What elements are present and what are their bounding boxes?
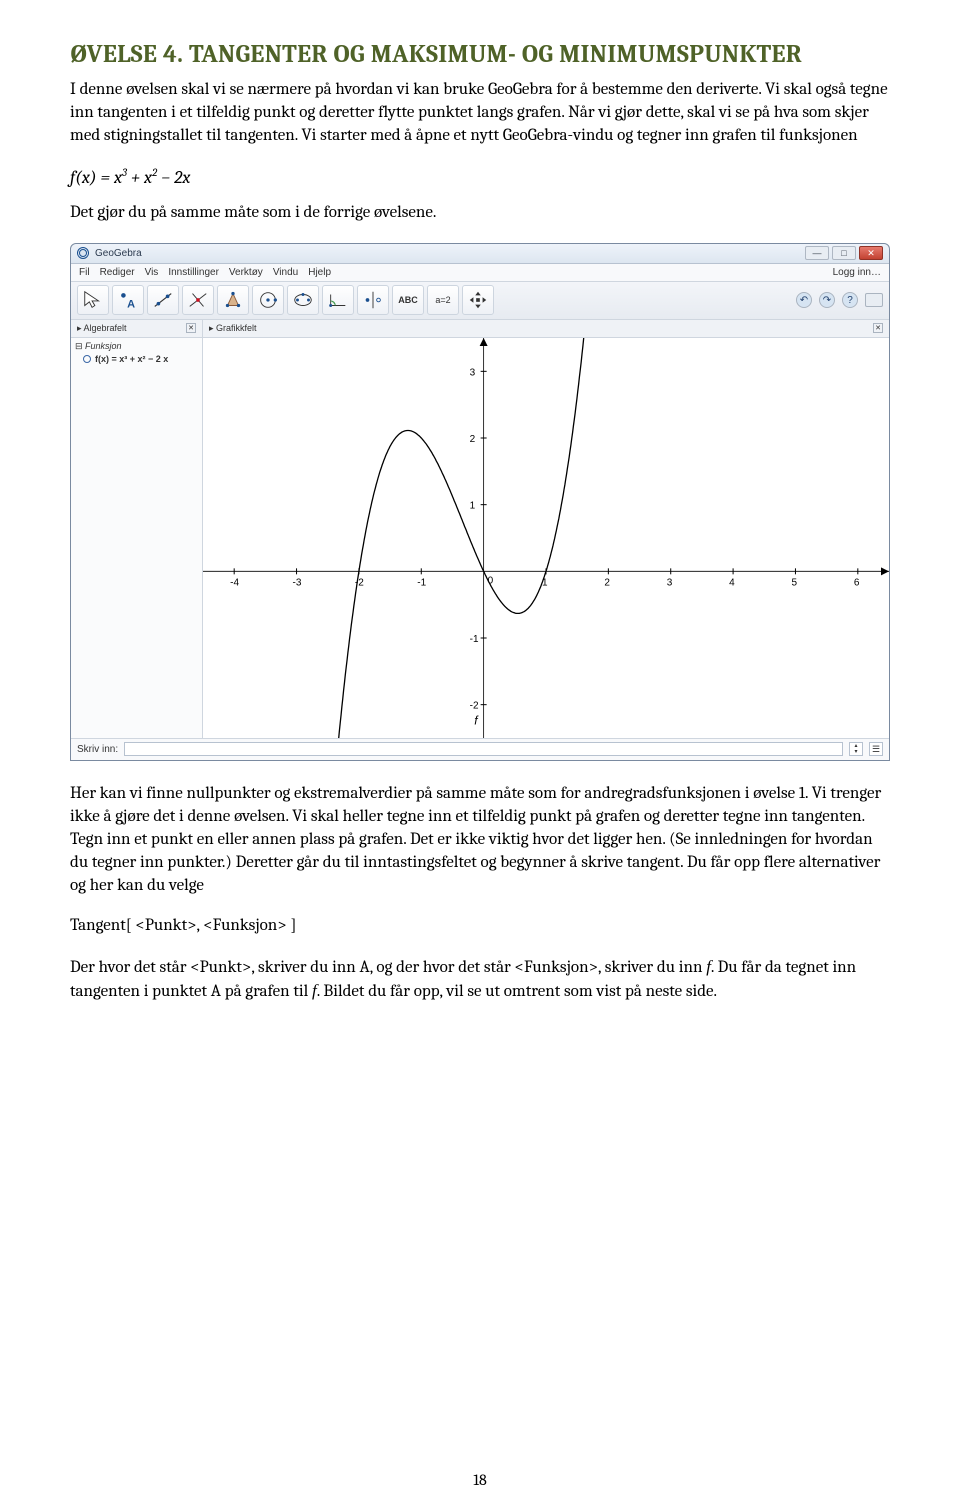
svg-text:A: A <box>127 299 135 311</box>
tool-move-view[interactable] <box>462 285 494 315</box>
svg-text:-4: -4 <box>230 577 239 588</box>
svg-text:5: 5 <box>791 577 797 588</box>
svg-text:2: 2 <box>604 577 610 588</box>
svg-text:-1: -1 <box>417 577 426 588</box>
graphics-canvas[interactable]: -4-3-2-10123456-2-1123 f <box>203 338 889 738</box>
page-heading: ØVELSE 4. TANGENTER OG MAKSIMUM- OG MINI… <box>70 40 890 69</box>
tool-angle[interactable] <box>322 285 354 315</box>
tool-polygon[interactable] <box>217 285 249 315</box>
svg-text:4: 4 <box>729 577 735 588</box>
keyboard-icon[interactable] <box>865 293 883 307</box>
intro-paragraph: I denne øvelsen skal vi se nærmere på hv… <box>70 79 890 148</box>
command-example: Tangent[ <Punkt>, <Funksjon> ] <box>70 915 890 938</box>
menu-vindu[interactable]: Vindu <box>273 267 298 278</box>
menu-fil[interactable]: Fil <box>79 267 90 278</box>
close-button[interactable]: ✕ <box>859 246 883 260</box>
tool-ellipse[interactable] <box>287 285 319 315</box>
undo-icon[interactable]: ↶ <box>796 292 812 308</box>
login-link[interactable]: Logg inn… <box>833 267 881 278</box>
algebra-function[interactable]: f(x) = x³ + x² − 2 x <box>75 354 198 364</box>
redo-icon[interactable]: ↷ <box>819 292 835 308</box>
graphics-panel: ▸ Grafikkfelt ✕ -4-3-2-10123456-2-1123 f <box>203 320 889 738</box>
page-number: 18 <box>0 1471 960 1489</box>
toolbar: A ABC a=2 ↶ ↷ ? <box>71 282 889 320</box>
menu-vis[interactable]: Vis <box>145 267 159 278</box>
geogebra-logo-icon <box>77 247 89 259</box>
function-expression: f(x) = x³ + x² − 2 x <box>95 354 168 364</box>
svg-text:-1: -1 <box>470 634 479 645</box>
menu-innstillinger[interactable]: Innstillinger <box>168 267 219 278</box>
equation: f(x) = x3 + x2 − 2x <box>70 166 890 188</box>
para-2: Det gjør du på samme måte som i de forri… <box>70 202 890 225</box>
svg-text:-2: -2 <box>470 700 479 711</box>
tool-perpendicular[interactable] <box>182 285 214 315</box>
svg-text:3: 3 <box>470 367 476 378</box>
window-title: GeoGebra <box>95 248 142 259</box>
menu-hjelp[interactable]: Hjelp <box>308 267 331 278</box>
para-4: Der hvor det står <Punkt>, skriver du in… <box>70 956 890 1004</box>
graphics-close-icon[interactable]: ✕ <box>873 323 883 333</box>
menu-verktoy[interactable]: Verktøy <box>229 267 263 278</box>
command-input[interactable] <box>124 742 843 756</box>
input-history-icon[interactable]: ▴▾ <box>849 742 863 756</box>
tool-line[interactable] <box>147 285 179 315</box>
tool-point[interactable]: A <box>112 285 144 315</box>
tool-circle[interactable] <box>252 285 284 315</box>
geogebra-window: GeoGebra — □ ✕ Fil Rediger Vis Innstilli… <box>70 243 890 761</box>
svg-text:f: f <box>474 713 479 727</box>
svg-text:1: 1 <box>470 500 476 511</box>
visibility-toggle-icon[interactable] <box>83 355 91 363</box>
svg-text:2: 2 <box>470 434 476 445</box>
para-3: Her kan vi finne nullpunkter og ekstrema… <box>70 783 890 898</box>
menu-rediger[interactable]: Rediger <box>100 267 135 278</box>
svg-text:3: 3 <box>667 577 673 588</box>
tool-text[interactable]: ABC <box>392 285 424 315</box>
menubar: Fil Rediger Vis Innstillinger Verktøy Vi… <box>71 264 889 282</box>
svg-text:-3: -3 <box>293 577 302 588</box>
algebra-close-icon[interactable]: ✕ <box>186 323 196 333</box>
window-titlebar: GeoGebra — □ ✕ <box>71 244 889 264</box>
algebra-panel: ▸ Algebrafelt ✕ Funksjon f(x) = x³ + x² … <box>71 320 203 738</box>
tool-reflect[interactable] <box>357 285 389 315</box>
input-help-icon[interactable]: ☰ <box>869 742 883 756</box>
maximize-button[interactable]: □ <box>832 246 856 260</box>
help-icon[interactable]: ? <box>842 292 858 308</box>
input-bar: Skriv inn: ▴▾ ☰ <box>71 738 889 760</box>
tool-move[interactable] <box>77 285 109 315</box>
minimize-button[interactable]: — <box>805 246 829 260</box>
tool-slider[interactable]: a=2 <box>427 285 459 315</box>
algebra-category[interactable]: Funksjon <box>75 341 198 352</box>
algebra-panel-header: ▸ Algebrafelt ✕ <box>71 320 202 338</box>
svg-text:6: 6 <box>854 577 860 588</box>
input-label: Skriv inn: <box>77 744 118 755</box>
graphics-panel-header: ▸ Grafikkfelt ✕ <box>203 320 889 338</box>
